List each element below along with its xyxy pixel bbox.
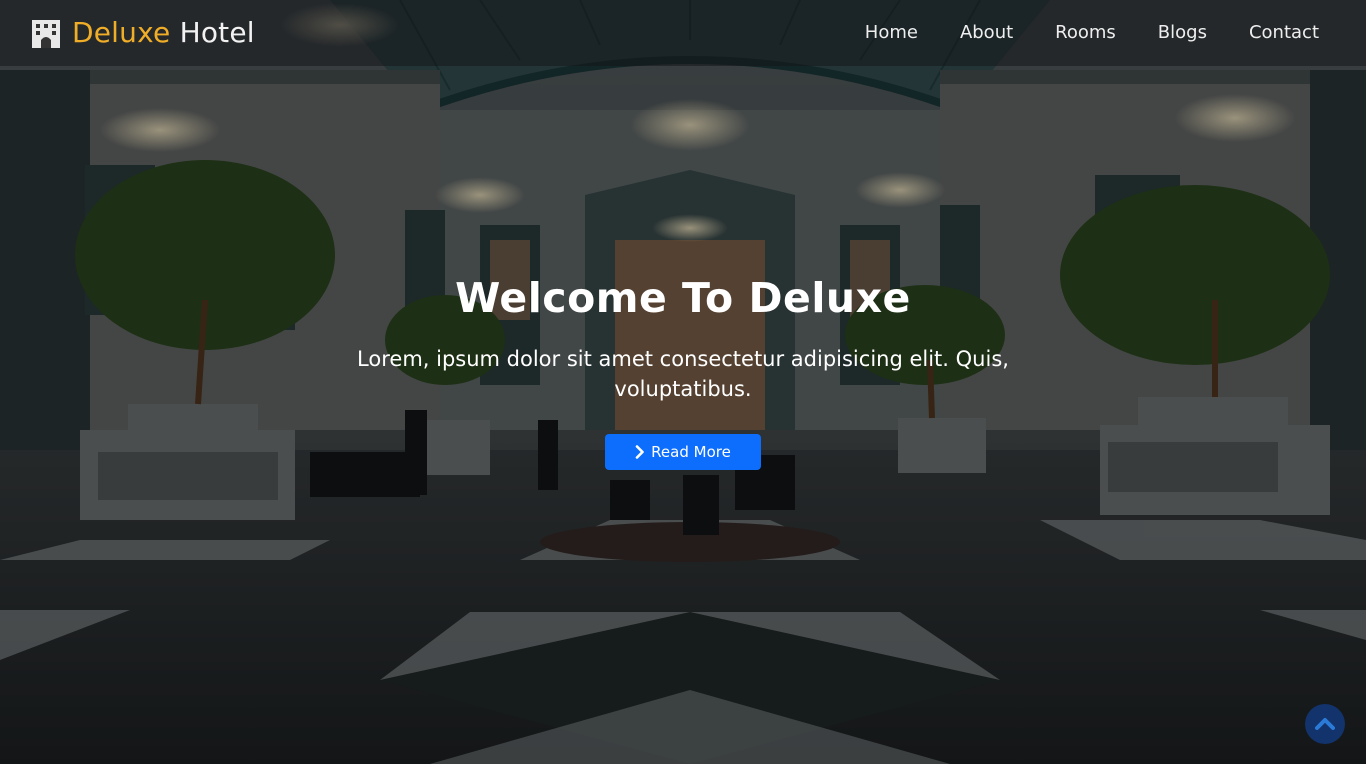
nav-link-rooms[interactable]: Rooms	[1034, 0, 1137, 66]
hero-title: Welcome To Deluxe	[455, 274, 911, 322]
scroll-to-top-button[interactable]	[1305, 704, 1345, 744]
brand-name-rest: Hotel	[179, 16, 255, 49]
chevron-right-icon	[635, 445, 644, 459]
chevron-up-icon	[1315, 718, 1335, 730]
top-navbar: Deluxe Hotel Home About Rooms Blogs Cont…	[0, 0, 1366, 66]
nav-link-contact[interactable]: Contact	[1228, 0, 1340, 66]
nav-link-home[interactable]: Home	[844, 0, 939, 66]
brand-logo-link[interactable]: Deluxe Hotel	[30, 17, 255, 49]
read-more-button[interactable]: Read More	[605, 434, 761, 470]
nav-link-blogs[interactable]: Blogs	[1137, 0, 1228, 66]
hero-subtitle: Lorem, ipsum dolor sit amet consectetur …	[357, 347, 1009, 401]
brand-name-accent: Deluxe	[72, 16, 171, 49]
nav-links: Home About Rooms Blogs Contact	[844, 0, 1340, 66]
read-more-label: Read More	[651, 443, 731, 461]
hero-content: Welcome To Deluxe Lorem, ipsum dolor sit…	[0, 270, 1366, 470]
nav-link-about[interactable]: About	[939, 0, 1034, 66]
hotel-building-icon	[30, 17, 62, 49]
brand-name: Deluxe Hotel	[72, 17, 255, 49]
hero-section: Deluxe Hotel Home About Rooms Blogs Cont…	[0, 0, 1366, 764]
